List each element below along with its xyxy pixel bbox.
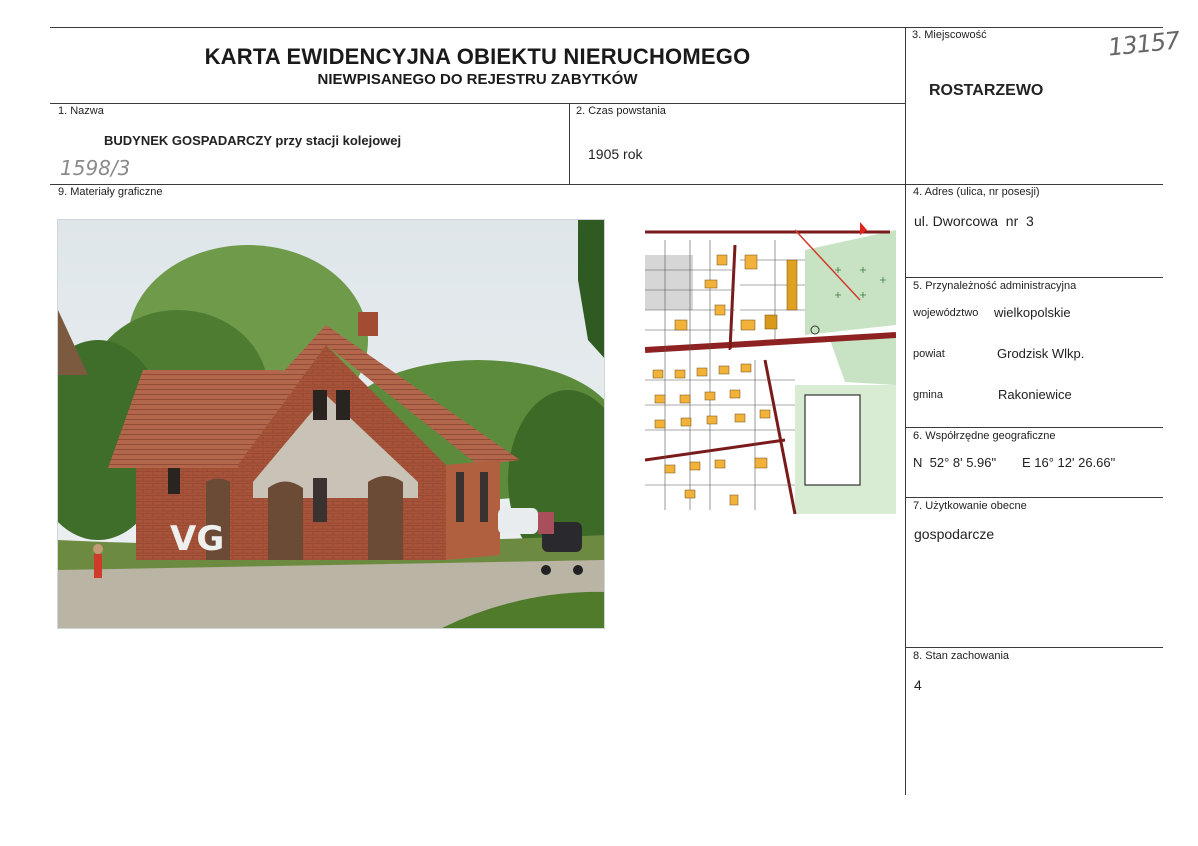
name-label: 1. Nazwa [58,105,104,117]
rule-under-name [50,184,1163,185]
locality-label: 3. Miejscowość [912,29,987,41]
map-street-label: Rakoniewicka [730,349,773,356]
coordinates-north: N 52° 8' 5.96" [913,455,997,470]
coordinates-label: 6. Współrzędne geograficzne [913,430,1056,442]
voivodeship-label: województwo [913,307,979,319]
rule-under-usage [905,647,1163,648]
card-title: KARTA EWIDENCYJNA OBIEKTU NIERUCHOMEGO [204,44,751,69]
address-label: 4. Adres (ulica, nr posesji) [913,186,1040,198]
rule-under-admin [905,427,1163,428]
card-subtitle: NIEWPISANEGO DO REJESTRU ZABYTKÓW [317,71,638,88]
graffiti-text: VG [170,519,224,559]
condition-value: 4 [914,677,922,693]
handwritten-signature: 1598/3 [60,156,131,180]
locality-value: ROSTARZEWO [929,82,1044,99]
condition-label: 8. Stan zachowania [913,650,1010,662]
commune-value: Rakoniewice [998,387,1072,402]
date-label: 2. Czas powstania [576,105,666,117]
voivodeship-value: wielkopolskie [994,305,1071,320]
coordinates-east: E 16° 12' 26.66" [1022,455,1116,470]
commune-label: gmina [913,389,943,401]
county-label: powiat [913,348,945,360]
graphics-label: 9. Materiały graficzne [58,186,163,198]
handwritten-number: 13157 [1106,26,1181,62]
name-value: BUDYNEK GOSPADARCZY przy stacji kolejowe… [104,133,402,148]
admin-label: 5. Przynależność administracyjna [913,280,1077,292]
rule-under-title [50,103,906,104]
usage-label: 7. Użytkowanie obecne [913,500,1027,512]
divider-name-date [569,103,570,185]
county-value: Grodzisk Wlkp. [997,346,1085,361]
date-value: 1905 rok [588,146,643,162]
rule-under-address [905,277,1163,278]
top-rule [50,27,1163,28]
cadastral-map: Rakoniewicka [645,210,896,514]
rule-under-coords [905,497,1163,498]
address-value: ul. Dworcowa nr 3 [914,213,1034,229]
usage-value: gospodarcze [914,526,995,542]
building-photo: VG [57,219,605,629]
right-column-divider [905,27,906,795]
